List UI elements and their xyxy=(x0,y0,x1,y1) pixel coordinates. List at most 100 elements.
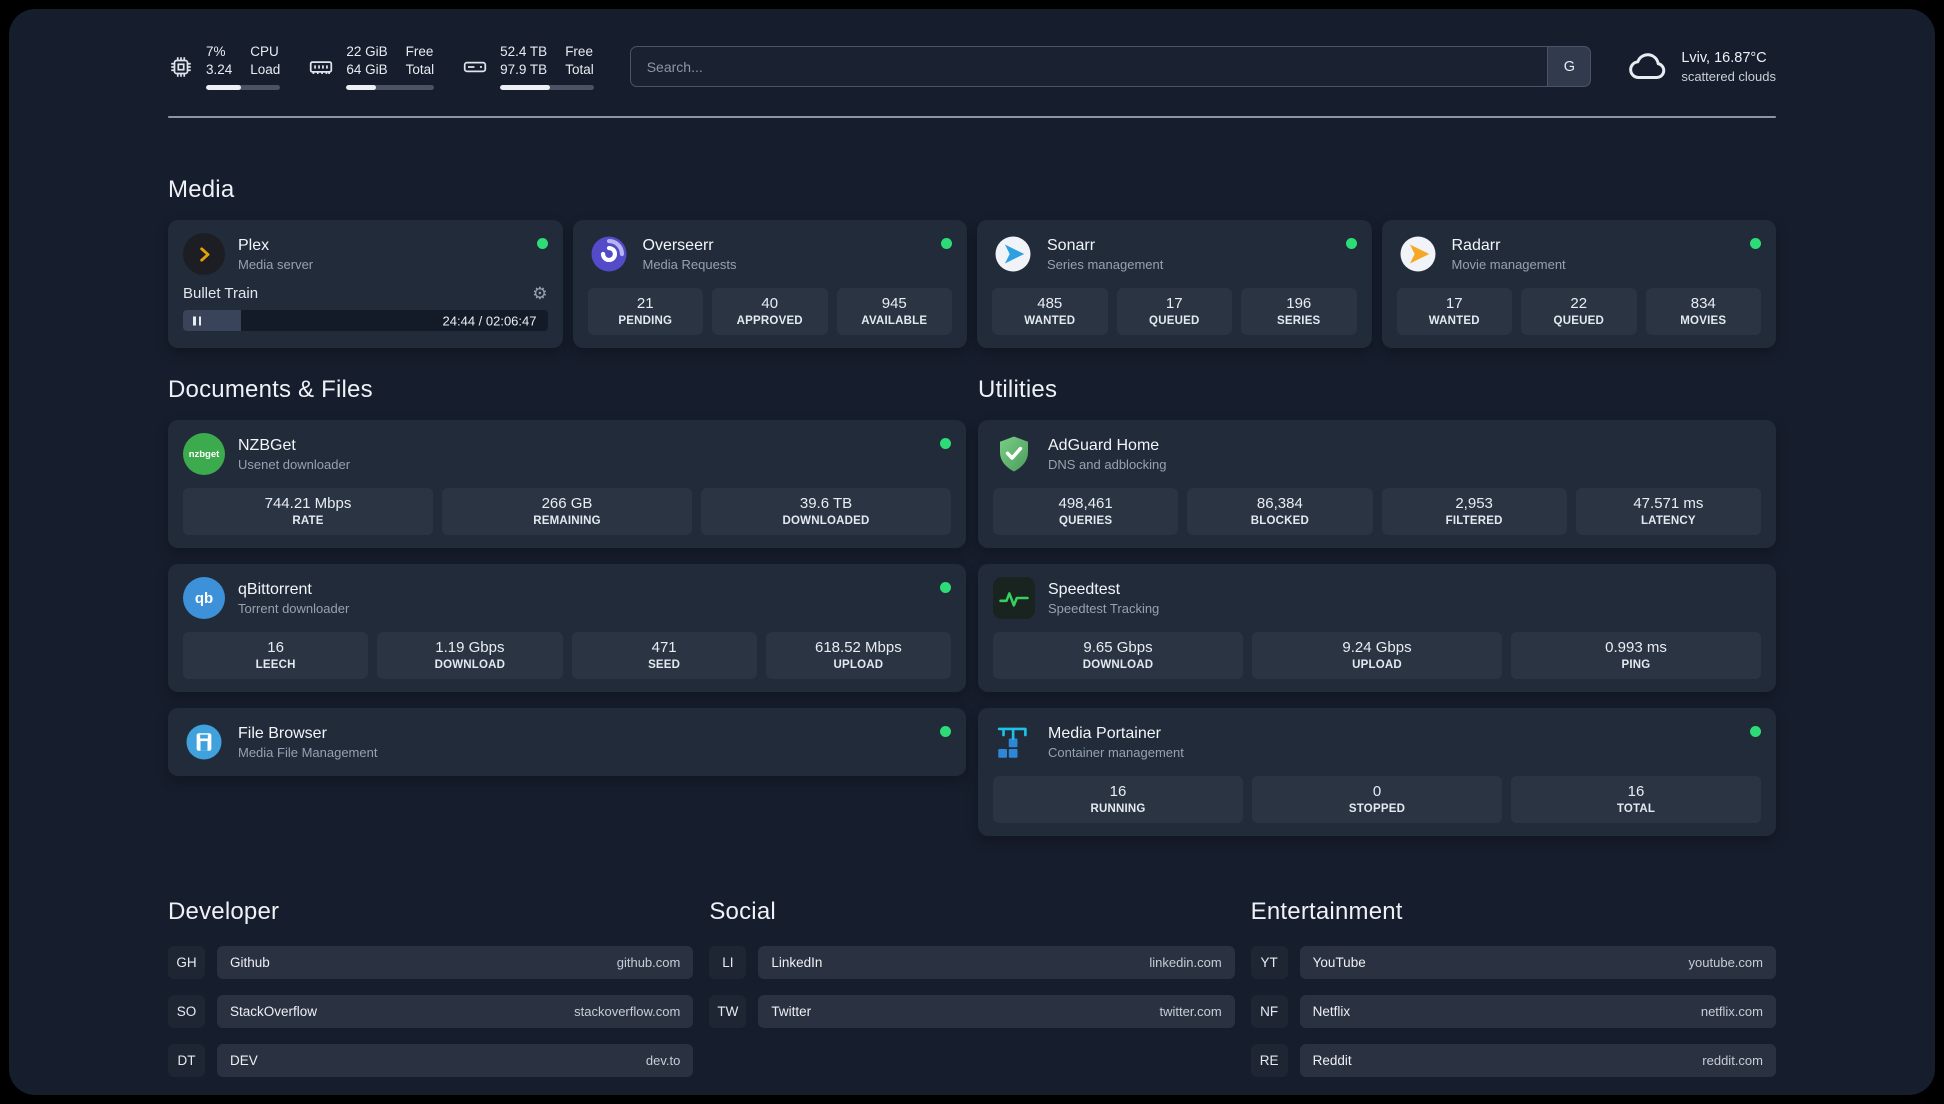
disk-free-value: 52.4 TB xyxy=(500,44,548,59)
portainer-icon xyxy=(993,721,1035,763)
weather-location: Lviv, 16.87°C xyxy=(1681,49,1767,66)
cpu-usage-value: 7% xyxy=(206,44,226,59)
stat-seed: 471 SEED xyxy=(571,632,757,680)
stat-rate: 744.21 Mbps RATE xyxy=(183,488,433,536)
app-name: qBittorrent xyxy=(238,580,312,598)
stat-upload: 618.52 Mbps UPLOAD xyxy=(765,632,951,680)
bookmark-stackoverflow[interactable]: SO StackOverflow stackoverflow.com xyxy=(168,995,694,1029)
status-dot xyxy=(940,582,951,594)
bookmark-abbr: GH xyxy=(168,946,205,980)
stat-wanted: 17 WANTED xyxy=(1396,288,1512,336)
app-name: AdGuard Home xyxy=(1048,436,1160,454)
app-card-nzbget[interactable]: nzbget NZBGet Usenet downloader 744.21 M… xyxy=(168,420,966,549)
stat-blocked: 86,384 BLOCKED xyxy=(1187,488,1373,536)
bookmark-youtube[interactable]: YT YouTube youtube.com xyxy=(1250,946,1776,980)
dashboard: 7% 3.24 CPU Load 22 GiB 64 GiB Free Tota… xyxy=(9,9,1935,1095)
app-name: NZBGet xyxy=(238,436,296,454)
bookmark-linkedin[interactable]: LI LinkedIn linkedin.com xyxy=(709,946,1235,980)
bookmark-github[interactable]: GH Github github.com xyxy=(168,946,694,980)
status-dot xyxy=(1750,238,1761,250)
entertainment-section: Entertainment YT YouTube youtube.com NF … xyxy=(1250,898,1776,1078)
stat-leech: 16 LEECH xyxy=(183,632,369,680)
stat-remaining: 266 GB REMAINING xyxy=(442,488,692,536)
disk-usage-bar xyxy=(500,85,594,91)
stat-stopped: 0 STOPPED xyxy=(1252,776,1502,824)
bookmark-netflix[interactable]: NF Netflix netflix.com xyxy=(1250,995,1776,1029)
app-card-speedtest[interactable]: Speedtest Speedtest Tracking 9.65 Gbps D… xyxy=(978,564,1776,693)
disk-free-label: Free xyxy=(565,44,593,59)
disk-total-value: 97.9 TB xyxy=(500,62,548,78)
topbar-divider xyxy=(168,116,1776,119)
stat-available: 945 AVAILABLE xyxy=(836,288,952,336)
search-input[interactable] xyxy=(629,46,1548,88)
weather-widget: Lviv, 16.87°C scattered clouds xyxy=(1627,46,1776,88)
radarr-icon xyxy=(1397,233,1439,275)
cpu-load-label: Load xyxy=(250,62,281,78)
section-title-social: Social xyxy=(709,898,776,926)
app-card-filebrowser[interactable]: File Browser Media File Management xyxy=(168,708,966,777)
app-subtitle: Media File Management xyxy=(238,744,378,760)
app-subtitle: Movie management xyxy=(1451,256,1566,272)
app-card-radarr[interactable]: Radarr Movie management 17 WANTED 22 QUE… xyxy=(1381,220,1776,349)
app-subtitle: Media Requests xyxy=(642,256,737,272)
ram-total-value: 64 GiB xyxy=(346,62,388,78)
documents-section: Documents & Files nzbget NZBGet Usenet d… xyxy=(168,376,966,836)
stat-filtered: 2,953 FILTERED xyxy=(1381,488,1567,536)
status-dot xyxy=(1750,726,1761,738)
cpu-monitor: 7% 3.24 CPU Load xyxy=(168,43,281,91)
playback-progress-bar[interactable]: 24:44 / 02:06:47 xyxy=(183,310,548,332)
search-engine-button[interactable]: G xyxy=(1547,46,1592,88)
status-dot xyxy=(941,238,952,250)
app-card-qbittorrent[interactable]: qb qBittorrent Torrent downloader 16 LEE… xyxy=(168,564,966,693)
bookmark-twitter[interactable]: TW Twitter twitter.com xyxy=(709,995,1235,1029)
bookmark-name: Netflix xyxy=(1312,1004,1351,1020)
bookmark-url: dev.to xyxy=(645,1053,681,1069)
bookmark-dev[interactable]: DT DEV dev.to xyxy=(168,1044,694,1078)
stat-download: 9.65 Gbps DOWNLOAD xyxy=(993,632,1243,680)
bookmark-name: StackOverflow xyxy=(230,1004,318,1020)
app-card-portainer[interactable]: Media Portainer Container management 16 … xyxy=(978,708,1776,837)
status-dot xyxy=(1345,238,1357,250)
qbittorrent-icon: qb xyxy=(183,577,225,620)
app-subtitle: Speedtest Tracking xyxy=(1048,600,1160,616)
bookmark-url: stackoverflow.com xyxy=(574,1004,681,1020)
nzbget-icon: nzbget xyxy=(183,433,225,476)
app-subtitle: Usenet downloader xyxy=(238,456,351,472)
stat-download: 1.19 Gbps DOWNLOAD xyxy=(377,632,563,680)
ram-usage-bar xyxy=(346,85,435,91)
ram-free-value: 22 GiB xyxy=(346,44,388,59)
stat-movies: 834 MOVIES xyxy=(1645,288,1761,336)
media-section: Plex Media server Bullet Train ⚙ 24:44 /… xyxy=(168,220,1776,349)
settings-gear-icon[interactable]: ⚙ xyxy=(532,285,547,302)
playback-progress-fill xyxy=(183,310,242,332)
bookmark-name: Reddit xyxy=(1312,1053,1352,1069)
app-card-overseerr[interactable]: Overseerr Media Requests 21 PENDING 40 A… xyxy=(572,220,967,349)
playback-time: 24:44 / 02:06:47 xyxy=(442,313,537,329)
app-subtitle: Media server xyxy=(238,256,314,272)
developer-section: Developer GH Github github.com SO StackO… xyxy=(168,898,694,1078)
app-name: Plex xyxy=(238,236,270,254)
app-card-adguard[interactable]: AdGuard Home DNS and adblocking 498,461 … xyxy=(978,420,1776,549)
speedtest-icon xyxy=(993,577,1035,620)
bookmark-name: DEV xyxy=(230,1053,258,1069)
app-card-plex[interactable]: Plex Media server Bullet Train ⚙ 24:44 /… xyxy=(168,220,563,349)
app-card-sonarr[interactable]: Sonarr Series management 485 WANTED 17 Q… xyxy=(977,220,1372,349)
bookmark-abbr: LI xyxy=(709,946,747,980)
weather-condition: scattered clouds xyxy=(1681,68,1776,84)
app-name: Speedtest xyxy=(1048,580,1121,598)
section-title-documents: Documents & Files xyxy=(168,376,373,404)
bookmark-name: Twitter xyxy=(771,1004,812,1020)
stat-queued: 17 QUEUED xyxy=(1116,288,1232,336)
stat-running: 16 RUNNING xyxy=(993,776,1243,824)
app-name: Overseerr xyxy=(642,236,714,254)
pause-icon[interactable] xyxy=(193,316,201,326)
bookmark-reddit[interactable]: RE Reddit reddit.com xyxy=(1250,1044,1776,1078)
bookmark-name: Github xyxy=(230,955,270,971)
ram-free-label: Free xyxy=(405,44,434,59)
app-subtitle: DNS and adblocking xyxy=(1048,456,1167,472)
bookmark-abbr: YT xyxy=(1250,946,1288,980)
bookmark-abbr: DT xyxy=(168,1044,205,1078)
stat-series: 196 SERIES xyxy=(1241,288,1357,336)
stat-approved: 40 APPROVED xyxy=(712,288,828,336)
app-name: Radarr xyxy=(1451,236,1501,254)
